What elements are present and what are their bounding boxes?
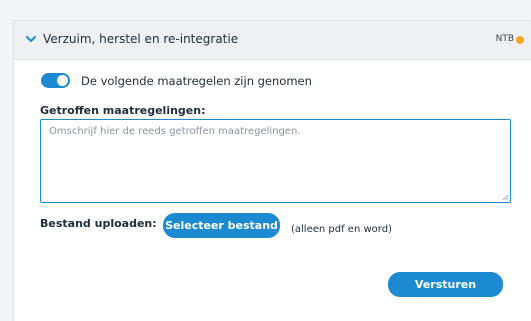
- measures-label: Getroffen maatregelingen:: [40, 104, 206, 117]
- chevron-down-icon[interactable]: [25, 33, 37, 45]
- toggle-knob: [57, 75, 68, 86]
- measures-textarea[interactable]: Omschrijf hier de reeds getroffen maatre…: [40, 119, 511, 203]
- measures-toggle[interactable]: [41, 73, 70, 88]
- section-title: Verzuim, herstel en re-integratie: [43, 32, 239, 46]
- measures-placeholder: Omschrijf hier de reeds getroffen maatre…: [49, 126, 301, 137]
- send-button[interactable]: Versturen: [388, 272, 503, 297]
- section-header[interactable]: Verzuim, herstel en re-integratie NTB: [14, 21, 531, 60]
- measures-toggle-label: De volgende maatregelen zijn genomen: [81, 74, 312, 88]
- upload-label: Bestand uploaden:: [40, 217, 157, 230]
- resize-handle-icon[interactable]: [502, 194, 508, 200]
- select-file-button[interactable]: Selecteer bestand: [163, 213, 280, 238]
- reintegration-panel: Verzuim, herstel en re-integratie NTB De…: [13, 20, 531, 321]
- status-dot-icon: [516, 36, 524, 44]
- status-badge: NTB: [495, 34, 514, 44]
- upload-hint: (alleen pdf en word): [291, 224, 392, 235]
